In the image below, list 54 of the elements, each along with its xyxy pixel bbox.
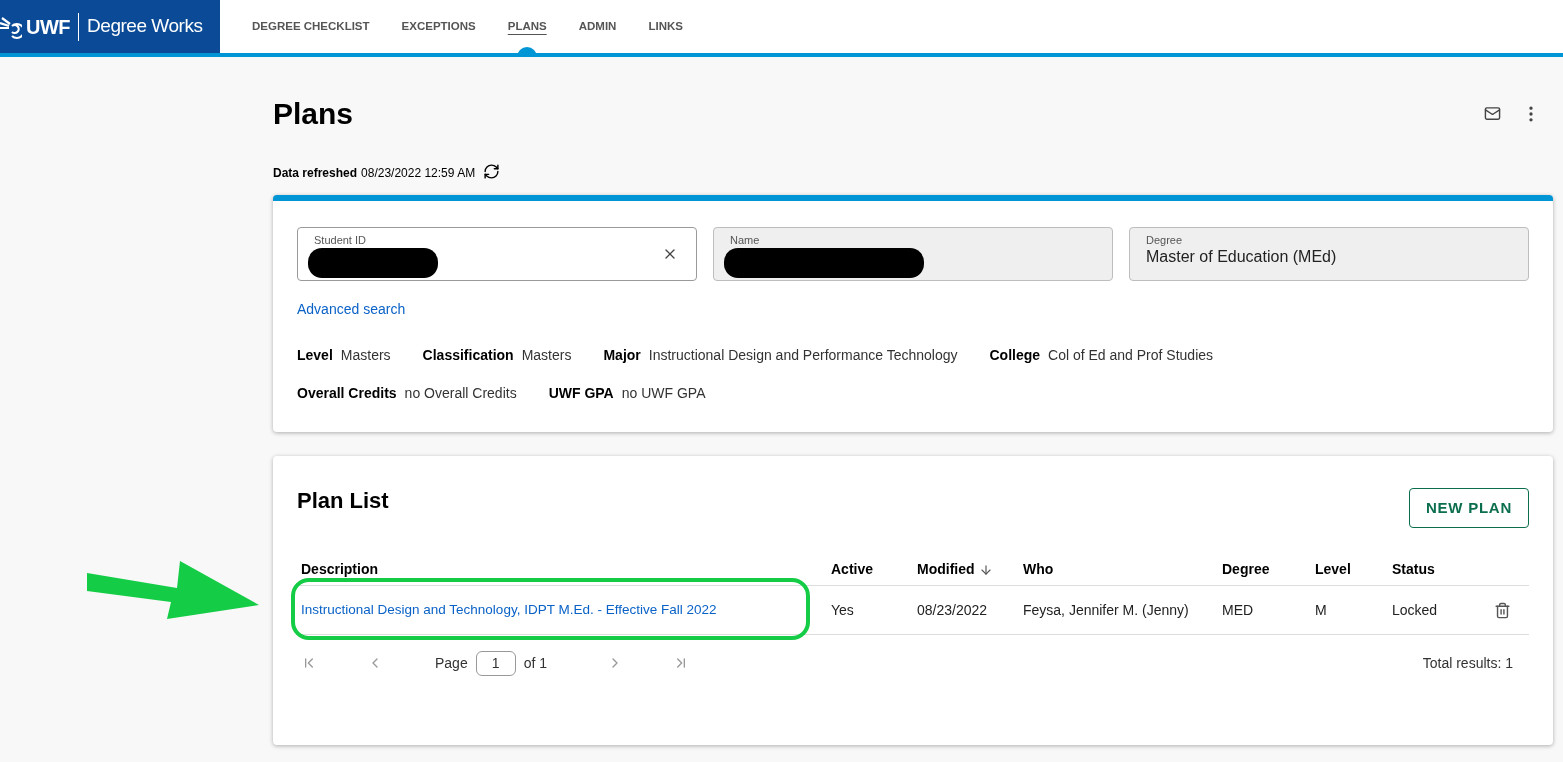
table-cell-text: MED [1221,600,1255,620]
refresh-label: Data refreshed [273,165,358,182]
nav-tab[interactable]: DEGREE CHECKLIST [236,0,386,53]
page-label: Page [435,653,468,673]
refresh-icon[interactable] [483,162,501,180]
info-label: UWF GPA [548,384,614,403]
info-label: Level [297,346,333,365]
logo-text: UWF [26,14,71,40]
field-value: Master of Education (MEd) [1146,247,1338,267]
mail-icon[interactable] [1484,105,1501,122]
field-label: Degree [1146,234,1183,246]
table-cell-text: Feysa, Jennifer M. (Jenny) [1022,600,1190,620]
column-header[interactable]: Active [827,559,913,580]
info-value: Instructional Design and Performance Technology [648,346,958,365]
column-header[interactable]: Modified [913,559,1019,580]
app-title: Degree Works [87,14,203,39]
page-input[interactable]: 1 [475,650,516,676]
column-header[interactable]: Who [1019,559,1218,580]
nav-tab[interactable]: EXCEPTIONS [385,0,492,53]
info-value: no Overall Credits [404,384,517,403]
nav-tab[interactable]: PLANS [491,0,563,53]
new-plan-button[interactable]: NEW PLAN [1409,488,1529,528]
nav-tab[interactable]: LINKS [632,0,699,53]
info-label: Classification [422,346,514,365]
info-value: Masters [521,346,572,365]
field-label: Student ID [314,234,366,246]
info-value: Masters [340,346,391,365]
info-label: Major [603,346,641,365]
info-value: Col of Ed and Prof Studies [1048,346,1214,365]
page-title: Plans [273,96,354,132]
page-count: of 1 [523,653,548,673]
column-header[interactable]: Status [1388,559,1478,580]
app-logo[interactable]: UWF Degree Works [0,0,220,53]
table-cell-text: 08/23/2022 [916,600,989,620]
input-field[interactable]: Name [713,227,1113,281]
info-label: College [989,346,1041,365]
info-label: Overall Credits [297,384,397,403]
table-cell-text: Yes [830,600,855,620]
column-header[interactable]: Degree [1218,559,1311,580]
input-field[interactable]: Student ID [297,227,697,281]
table-cell-text: M [1314,600,1328,620]
advanced-search-link[interactable]: Advanced search [297,299,406,320]
column-header[interactable]: Level [1311,559,1388,580]
total-results: Total results: 1 [1422,653,1513,673]
column-header[interactable]: Description [297,559,827,580]
delete-icon[interactable] [1494,601,1511,619]
table-cell-text: Locked [1391,600,1439,620]
refresh-time: 08/23/2022 12:59 AM [361,165,476,182]
input-field[interactable]: Degree Master of Education (MEd) [1129,227,1529,281]
section-title: Plan List [297,487,389,515]
plan-link[interactable]: Instructional Design and Technology, IDPT M.Ed. - Effective Fall 2022 [297,599,827,621]
nav-tab[interactable]: ADMIN [562,0,633,53]
field-label: Name [730,234,760,246]
info-value: no UWF GPA [621,384,706,403]
